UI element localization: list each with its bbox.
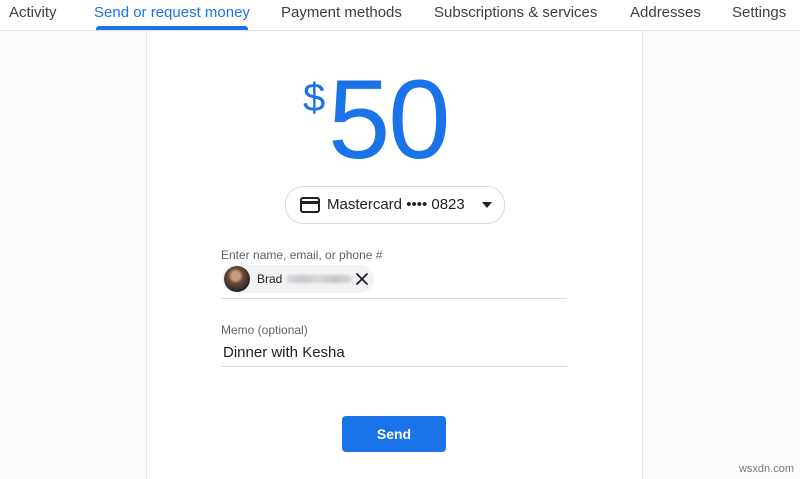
chevron-down-icon xyxy=(482,202,492,208)
memo-input[interactable]: Dinner with Kesha xyxy=(223,344,345,361)
tab-subscriptions-services[interactable]: Subscriptions & services xyxy=(434,4,597,21)
memo-field-label: Memo (optional) xyxy=(221,323,308,337)
redacted-contact xyxy=(286,275,352,283)
payment-method-dropdown[interactable]: Mastercard •••• 0823 xyxy=(285,186,505,224)
payment-method-label: Mastercard •••• 0823 xyxy=(327,196,465,213)
recipient-chip[interactable]: Brad xyxy=(222,265,374,293)
recipient-field-underline xyxy=(221,298,567,299)
recipient-field-label: Enter name, email, or phone # xyxy=(221,248,383,262)
avatar xyxy=(224,266,250,292)
tab-activity[interactable]: Activity xyxy=(9,4,57,21)
top-nav-tabs: Activity Send or request money Payment m… xyxy=(0,0,800,31)
memo-field-underline xyxy=(221,366,567,367)
amount-value[interactable]: 50 xyxy=(328,64,451,176)
tab-addresses[interactable]: Addresses xyxy=(630,4,701,21)
tab-settings[interactable]: Settings xyxy=(732,4,786,21)
credit-card-icon xyxy=(300,197,320,213)
tab-payment-methods[interactable]: Payment methods xyxy=(281,4,402,21)
tab-send-or-request-money[interactable]: Send or request money xyxy=(94,4,250,21)
watermark: wsxdn.com xyxy=(738,463,794,475)
active-tab-indicator xyxy=(96,26,248,30)
close-icon[interactable] xyxy=(354,271,370,287)
send-button[interactable]: Send xyxy=(342,416,446,452)
currency-symbol: $ xyxy=(303,76,326,120)
recipient-name: Brad xyxy=(257,272,283,286)
